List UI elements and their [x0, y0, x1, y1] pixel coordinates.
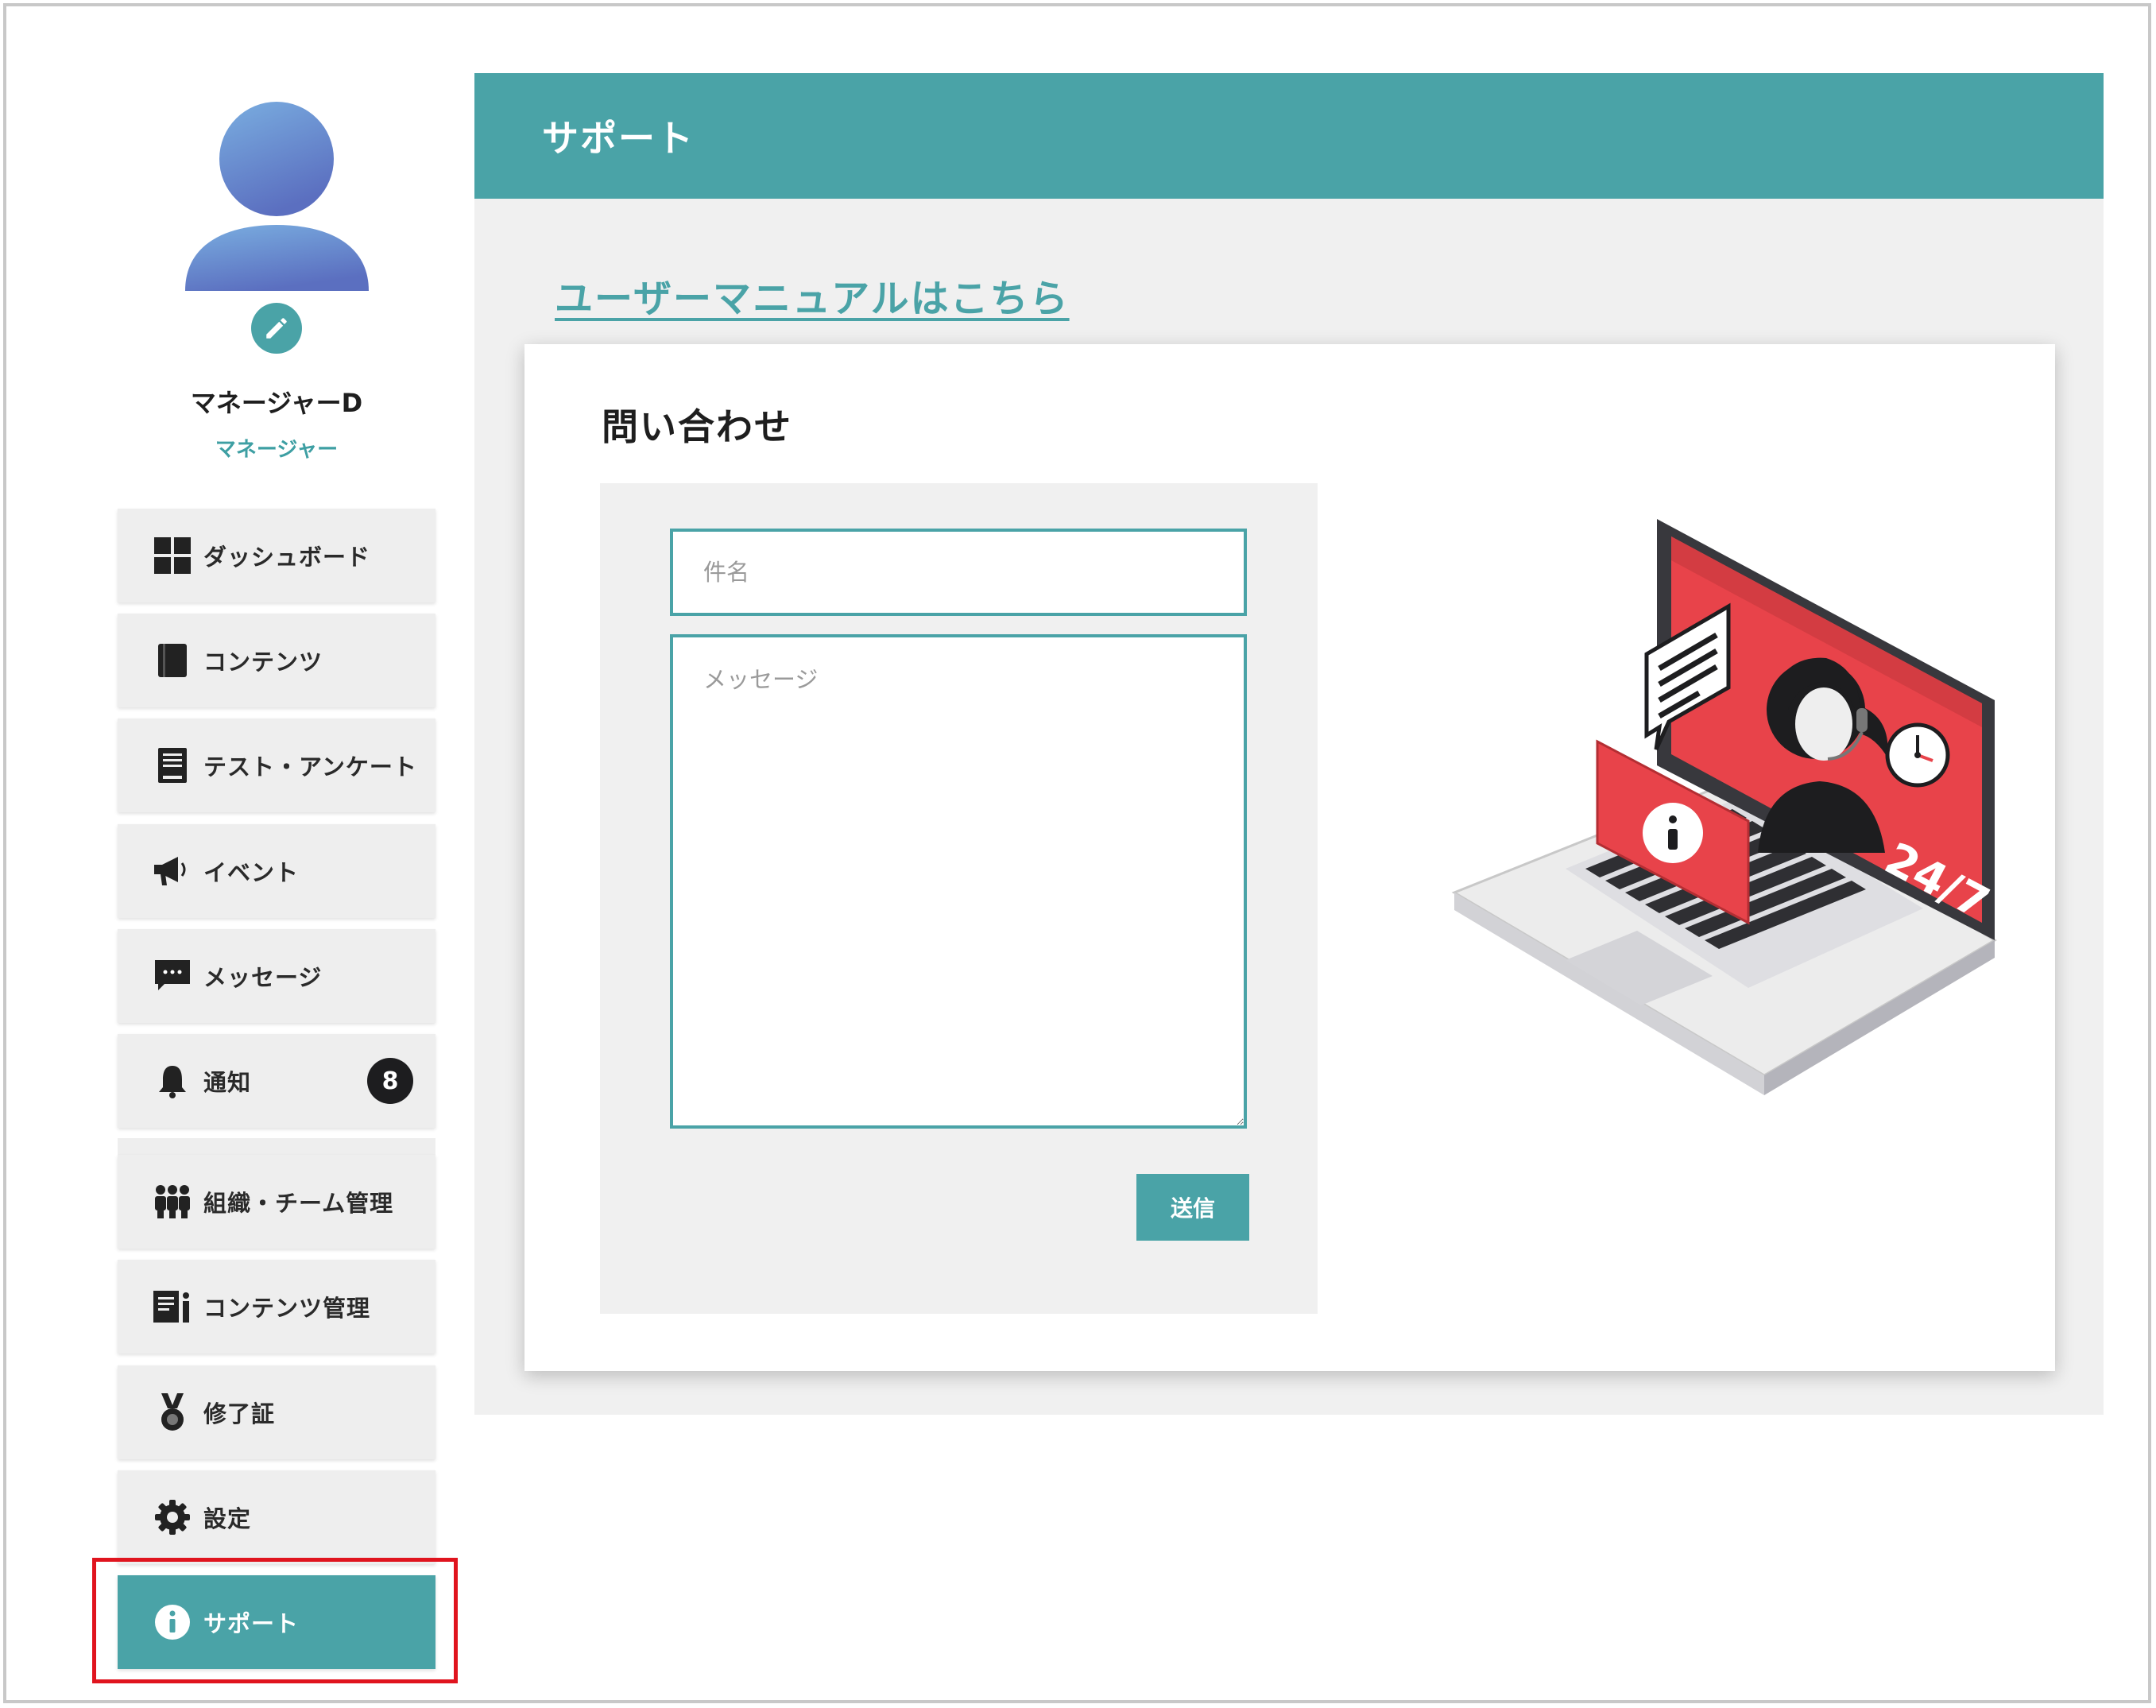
notification-count-badge: 8 — [367, 1058, 413, 1104]
sidebar-item-label: メッセージ — [203, 964, 323, 991]
sidebar-item-label: テスト・アンケート — [203, 753, 417, 780]
sidebar-item-label: 組織・チーム管理 — [203, 1190, 394, 1217]
sidebar-item-label: コンテンツ — [203, 649, 323, 676]
sidebar: マネージャーD マネージャー ダッシュボード コンテンツ テスト・アンケート イ… — [0, 0, 458, 1708]
sidebar-item-content-management[interactable]: コンテンツ管理 — [118, 1260, 435, 1354]
sidebar-item-label: 設定 — [203, 1505, 252, 1532]
document-icon — [153, 746, 192, 785]
sidebar-item-label: 修了証 — [203, 1400, 276, 1427]
gear-icon — [153, 1497, 192, 1537]
dashboard-grid-icon — [153, 536, 192, 575]
sidebar-item-settings[interactable]: 設定 — [118, 1470, 435, 1564]
pencil-icon — [266, 318, 287, 339]
inquiry-card: 問い合わせ 送信 — [524, 344, 2055, 1371]
sidebar-divider — [118, 1138, 435, 1156]
support-highlight-box — [92, 1558, 458, 1683]
inquiry-form: 送信 — [600, 483, 1318, 1314]
megaphone-icon — [153, 851, 192, 891]
sidebar-item-dashboard[interactable]: ダッシュボード — [118, 509, 435, 602]
sidebar-item-notifications[interactable]: 通知 8 — [118, 1034, 435, 1128]
sidebar-item-label: ダッシュボード — [203, 544, 371, 571]
sidebar-item-label: 通知 — [203, 1069, 252, 1096]
bell-icon — [153, 1061, 192, 1101]
page-title: サポート — [542, 117, 695, 160]
user-avatar — [185, 102, 369, 291]
edit-avatar-button[interactable] — [251, 303, 302, 354]
sidebar-item-contents[interactable]: コンテンツ — [118, 614, 435, 707]
team-icon — [153, 1182, 192, 1222]
sidebar-item-messages[interactable]: メッセージ — [118, 929, 435, 1023]
user-role: マネージャー — [215, 438, 339, 462]
page-header: サポート — [474, 73, 2104, 199]
sidebar-item-tests-surveys[interactable]: テスト・アンケート — [118, 718, 435, 812]
user-manual-link[interactable]: ユーザーマニュアルはこちら — [555, 267, 1070, 323]
sidebar-item-label: イベント — [203, 859, 300, 886]
book-icon — [153, 641, 192, 680]
sidebar-item-certificates[interactable]: 修了証 — [118, 1365, 435, 1459]
submit-button[interactable]: 送信 — [1136, 1174, 1249, 1241]
medal-icon — [153, 1392, 192, 1432]
subject-input[interactable] — [670, 529, 1247, 616]
sidebar-item-org-team[interactable]: 組織・チーム管理 — [118, 1155, 435, 1249]
support-laptop-illustration: 24/7 — [1451, 519, 1997, 1095]
user-name: マネージャーD — [190, 388, 363, 418]
sidebar-item-events[interactable]: イベント — [118, 824, 435, 918]
message-textarea[interactable] — [670, 634, 1247, 1129]
content-manage-icon — [153, 1287, 192, 1327]
chat-bubble-icon — [153, 956, 192, 996]
inquiry-title: 問い合わせ — [602, 405, 792, 448]
sidebar-item-label: コンテンツ管理 — [203, 1295, 371, 1322]
